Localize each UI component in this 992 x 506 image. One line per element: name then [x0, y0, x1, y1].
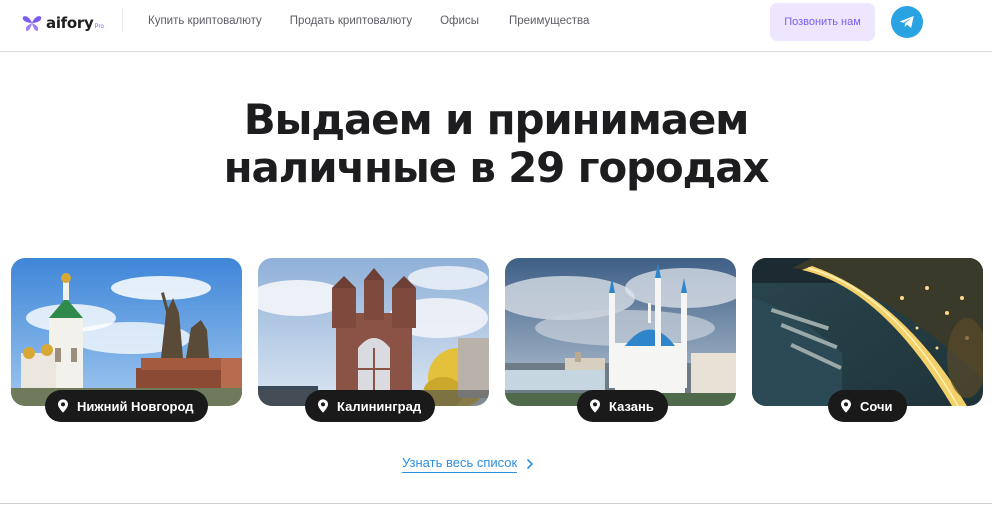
title-line-2: наличные в 29 городах [223, 143, 770, 192]
nav-sell-crypto[interactable]: Продать криптовалюту [290, 15, 412, 27]
city-card-sochi[interactable] [752, 258, 983, 406]
full-list-link-text: Узнать весь список [402, 455, 518, 473]
nav-buy-crypto[interactable]: Купить криптовалюту [148, 15, 262, 27]
chevron-right-icon [527, 459, 534, 469]
nav-advantages[interactable]: Преимущества [509, 15, 589, 27]
city-pill-sochi[interactable]: Сочи [828, 390, 907, 422]
city-name: Казань [609, 398, 654, 414]
city-name: Калининград [337, 398, 422, 414]
call-us-button[interactable]: Позвонить нам [770, 3, 875, 41]
main-nav: Купить криптовалюту Продать криптовалюту… [148, 15, 589, 27]
city-card-kazan[interactable] [505, 258, 736, 406]
logo[interactable]: aifory Pro [22, 12, 104, 34]
bottom-border [0, 503, 992, 504]
title-line-1: Выдаем и принимаем [243, 95, 750, 144]
telegram-button[interactable] [891, 6, 923, 38]
hero: Выдаем и принимаем наличные в 29 городах [0, 96, 992, 192]
logo-text: aifory [46, 14, 94, 32]
city-pill-kazan[interactable]: Казань [577, 390, 668, 422]
page-title: Выдаем и принимаем наличные в 29 городах [0, 96, 992, 192]
location-pin-icon [58, 399, 68, 413]
page: aifory Pro Купить криптовалюту Продать к… [0, 0, 992, 506]
logo-sub: Pro [94, 23, 104, 30]
city-photo-kazan [505, 258, 736, 406]
nav-offices[interactable]: Офисы [440, 15, 479, 27]
city-card-nizhny-novgorod[interactable] [11, 258, 242, 406]
city-name: Нижний Новгород [77, 398, 194, 414]
site-header: aifory Pro Купить криптовалюту Продать к… [0, 0, 992, 46]
location-pin-icon [841, 399, 851, 413]
city-photo-sochi [752, 258, 983, 406]
location-pin-icon [590, 399, 600, 413]
city-card-kaliningrad[interactable] [258, 258, 489, 406]
city-photo-kaliningrad [258, 258, 489, 406]
city-pill-nizhny-novgorod[interactable]: Нижний Новгород [45, 390, 208, 422]
city-photo-nizhny-novgorod [11, 258, 242, 406]
full-list-link[interactable]: Узнать весь список [402, 455, 535, 473]
header-separator [0, 51, 992, 52]
telegram-icon [899, 16, 914, 28]
header-divider [122, 8, 123, 32]
location-pin-icon [318, 399, 328, 413]
butterfly-logo-icon [22, 16, 42, 31]
city-pill-kaliningrad[interactable]: Калининград [305, 390, 436, 422]
city-name: Сочи [860, 398, 893, 414]
